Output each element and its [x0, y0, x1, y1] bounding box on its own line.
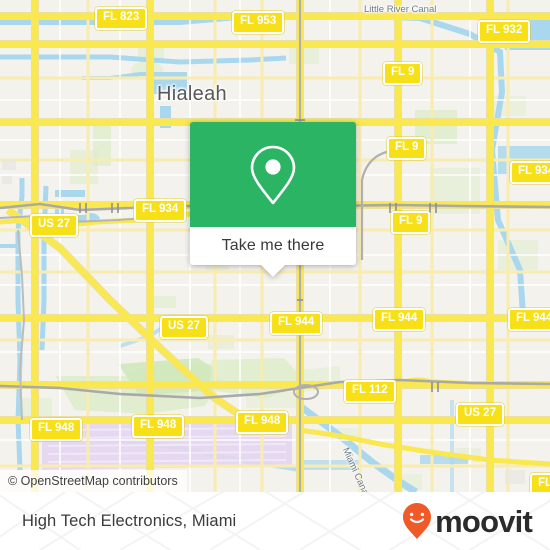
highway-shield: FL 944 [270, 312, 323, 335]
highway-shield: FL 948 [236, 411, 289, 434]
moovit-place-card: Hialeah Little River Canal Miami Canal F… [0, 0, 550, 550]
moovit-logo[interactable]: moovit [402, 502, 533, 540]
callout-icon-panel [190, 122, 356, 227]
map-pin-icon [250, 145, 296, 204]
moovit-wordmark: moovit [435, 503, 533, 539]
osm-attribution[interactable]: © OpenStreetMap contributors [0, 470, 187, 492]
highway-shield: US 27 [160, 316, 208, 339]
moovit-pin-icon [403, 503, 432, 539]
callout-action-panel[interactable]: Take me there [190, 227, 356, 265]
highway-shield: FL 9 [383, 62, 423, 85]
highway-shield: US 27 [456, 403, 504, 426]
highway-shield: FL 112 [344, 380, 396, 403]
map-canvas[interactable]: Hialeah Little River Canal Miami Canal F… [0, 0, 550, 492]
take-me-there-callout[interactable]: Take me there [190, 122, 356, 277]
highway-shield: FL 934 [510, 161, 550, 184]
footer-bar: High Tech Electronics, Miami moovit [0, 492, 550, 550]
map-label-little-river-canal: Little River Canal [364, 4, 437, 15]
highway-shield: FL 948 [132, 415, 185, 438]
highway-shield: US 27 [30, 214, 78, 237]
highway-shield: FL 944 [373, 308, 426, 331]
callout-label: Take me there [221, 237, 325, 254]
callout-tail [261, 265, 285, 277]
highway-shield: FL 953 [232, 11, 285, 34]
highway-shield: FL 934 [134, 199, 187, 222]
highway-shield: FL 944 [508, 308, 550, 331]
highway-shield: FL 823 [95, 7, 148, 30]
place-title: High Tech Electronics, Miami [22, 511, 237, 530]
map-label-city: Hialeah [157, 83, 227, 105]
highway-shield: FL 932 [478, 20, 531, 43]
highway-shield: FL 9 [387, 137, 427, 160]
highway-shield: FL 948 [30, 418, 83, 441]
highway-shield: FL 9 [391, 211, 431, 234]
highway-shield: FL [530, 473, 550, 492]
